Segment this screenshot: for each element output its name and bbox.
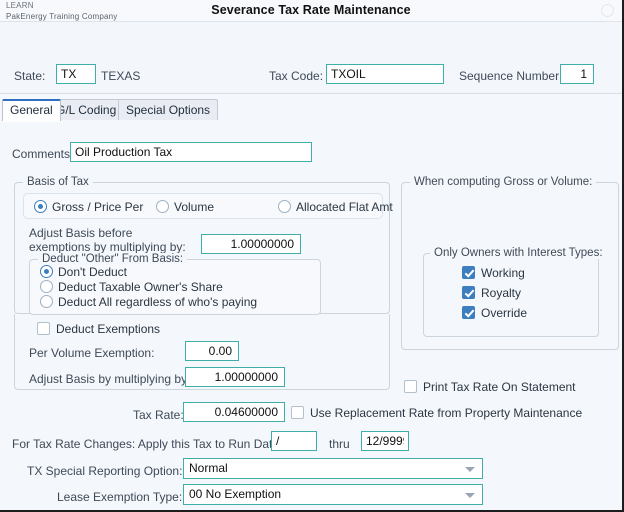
checkbox-working[interactable]: Working [462,266,525,280]
adjust-basis-before-label-line1: Adjust Basis before [29,226,133,240]
run-dates-thru-label: thru [329,437,350,451]
radio-dont-deduct[interactable]: Don't Deduct [40,265,127,279]
header-fields-panel: State: TEXAS Tax Code: Sequence Number: [0,22,622,94]
checkbox-deduct-exemptions-label: Deduct Exemptions [56,322,161,336]
sequence-number-label: Sequence Number: [459,69,563,83]
interest-types-title: Only Owners with Interest Types: [430,247,607,259]
tax-rate-label: Tax Rate: [133,408,184,422]
tab-general[interactable]: General [2,99,61,122]
radio-deduct-taxable-owners-share[interactable]: Deduct Taxable Owner's Share [40,280,223,294]
checkbox-box-icon [37,322,50,335]
run-dates-from-input[interactable] [271,431,317,451]
general-tab-panel: Comments: Basis of Tax Gross / Price Per… [0,120,622,510]
lease-exemption-type-label: Lease Exemption Type: [57,490,183,504]
special-reporting-option-select[interactable]: Normal [183,458,483,479]
special-reporting-option-label: TX Special Reporting Option: [27,464,183,478]
radio-volume[interactable]: Volume [156,200,214,214]
radio-dot-icon [34,200,47,213]
checkbox-box-icon [462,286,475,299]
tab-special-options[interactable]: Special Options [118,99,219,121]
adjust-basis-by-label: Adjust Basis by multiplying by: [29,372,191,386]
lease-exemption-type-value: 00 No Exemption [189,487,282,501]
special-reporting-option-value: Normal [189,461,228,475]
run-dates-to-input[interactable] [361,431,409,451]
radio-gross-price-per[interactable]: Gross / Price Per [34,200,143,214]
checkbox-box-icon [462,266,475,279]
per-volume-exemption-label: Per Volume Exemption: [29,346,155,360]
tab-strip: General G/L Coding Special Options [0,99,622,122]
run-dates-label: For Tax Rate Changes: Apply this Tax to … [12,437,289,451]
tax-code-label: Tax Code: [269,69,324,83]
radio-dot-icon [40,280,53,293]
radio-dot-icon [40,265,53,278]
page-title: Severance Tax Rate Maintenance [211,3,411,17]
sequence-number-input[interactable] [560,64,594,84]
checkbox-use-replacement-rate[interactable]: Use Replacement Rate from Property Maint… [291,406,582,420]
radio-dont-deduct-label: Don't Deduct [58,265,127,279]
radio-dot-icon [156,200,169,213]
comments-input[interactable] [70,142,312,162]
basis-of-tax-group-lower: Deduct Exemptions Per Volume Exemption: … [14,314,390,390]
chevron-down-icon [465,467,475,472]
gross-or-volume-group: When computing Gross or Volume: Only Own… [401,176,619,350]
radio-dot-icon [278,200,291,213]
radio-gross-price-per-label: Gross / Price Per [52,200,144,214]
title-bar: LEARN PakEnergy Training Company Severan… [0,0,622,22]
basis-of-tax-group: Basis of Tax Gross / Price Per Volume Al… [14,176,393,315]
interest-types-group: Only Owners with Interest Types: Working… [423,247,607,337]
adjust-basis-by-input[interactable] [185,367,285,387]
radio-deduct-all-regardless-label: Deduct All regardless of who's paying [58,295,258,309]
radio-deduct-all-regardless[interactable]: Deduct All regardless of who's paying [40,295,257,309]
gross-or-volume-title: When computing Gross or Volume: [410,176,597,188]
checkbox-box-icon [404,380,417,393]
state-label: State: [14,69,46,83]
checkbox-box-icon [462,306,475,319]
state-name-text: TEXAS [101,69,141,83]
comments-label: Comments: [12,147,74,161]
checkbox-deduct-exemptions[interactable]: Deduct Exemptions [37,322,160,336]
checkbox-working-label: Working [481,266,525,280]
radio-volume-label: Volume [174,200,215,214]
tax-rate-input[interactable] [183,402,285,422]
radio-deduct-taxable-owners-share-label: Deduct Taxable Owner's Share [58,280,223,294]
window-control-icon[interactable] [601,4,614,17]
adjust-basis-before-label-line2: exemptions by multiplying by: [29,240,186,254]
adjust-basis-before-input[interactable] [201,234,301,254]
radio-allocated-flat-amt-label: Allocated Flat Amt [296,200,393,214]
basis-options-panel: Gross / Price Per Volume Allocated Flat … [23,193,393,219]
checkbox-print-tax-rate-on-statement[interactable]: Print Tax Rate On Statement [404,380,576,394]
checkbox-use-replacement-rate-label: Use Replacement Rate from Property Maint… [310,406,583,420]
checkbox-royalty[interactable]: Royalty [462,286,521,300]
deduct-other-group: Deduct "Other" From Basis: Don't Deduct … [29,253,321,315]
checkbox-override-label: Override [481,306,528,320]
tax-code-input[interactable] [326,64,444,84]
checkbox-box-icon [291,406,304,419]
severance-tax-rate-maintenance-window: LEARN PakEnergy Training Company Severan… [0,0,624,512]
checkbox-royalty-label: Royalty [481,286,522,300]
checkbox-override[interactable]: Override [462,306,527,320]
radio-allocated-flat-amt[interactable]: Allocated Flat Amt [278,200,393,214]
lease-exemption-type-select[interactable]: 00 No Exemption [183,484,483,505]
checkbox-print-tax-rate-label: Print Tax Rate On Statement [423,380,576,394]
radio-dot-icon [40,295,53,308]
state-input[interactable] [56,64,96,84]
basis-of-tax-title: Basis of Tax [23,176,93,188]
deduct-other-title: Deduct "Other" From Basis: [38,253,188,265]
per-volume-exemption-input[interactable] [185,341,239,361]
chevron-down-icon [465,493,475,498]
